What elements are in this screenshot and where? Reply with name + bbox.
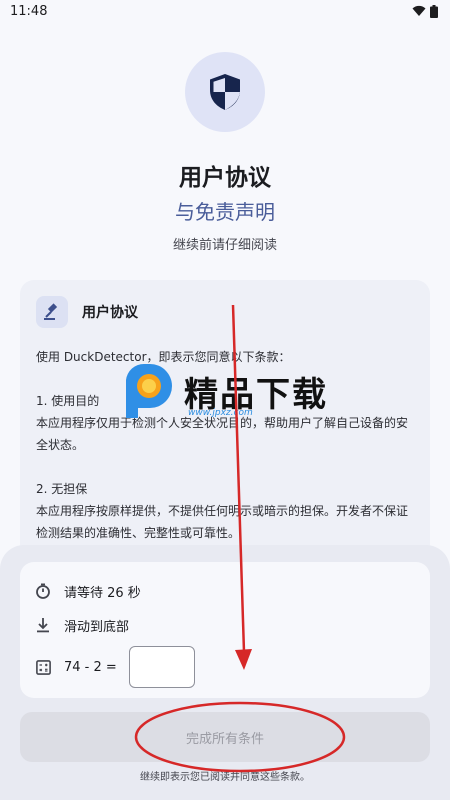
page-subtitle: 与免责声明	[175, 200, 275, 224]
gavel-icon	[44, 303, 58, 320]
section-text: 本应用程序仅用于检测个人安全状况目的，帮助用户了解自己设备的安全状态。	[36, 416, 409, 452]
captcha-answer-input[interactable]	[128, 646, 195, 688]
section-heading: 2. 无担保	[36, 482, 88, 496]
condition-wait: 请等待 26 秒	[34, 574, 416, 608]
hero-shield-badge	[185, 52, 265, 132]
calculator-icon	[35, 659, 51, 675]
scroll-to-bottom-icon	[37, 618, 49, 633]
page-title: 用户协议	[179, 165, 271, 191]
status-icons	[412, 4, 438, 18]
complete-all-conditions-button[interactable]: 完成所有条件	[20, 712, 430, 762]
agreement-card-title: 用户协议	[82, 305, 138, 321]
section-text: 本应用程序按原样提供，不提供任何明示或暗示的担保。开发者不保证检测结果的准确性、…	[36, 504, 409, 540]
section-heading: 1. 使用目的	[36, 394, 100, 408]
condition-wait-label: 请等待 26 秒	[64, 585, 141, 601]
footer-note: 继续即表示您已阅读并同意这些条款。	[140, 772, 310, 783]
agreement-card[interactable]: 用户协议 使用 DuckDetector，即表示您同意以下条款： 1. 使用目的…	[20, 280, 430, 580]
status-time: 11:48	[10, 3, 48, 19]
agreement-intro: 使用 DuckDetector，即表示您同意以下条款：	[36, 350, 291, 364]
page-caption: 继续前请仔细阅读	[172, 238, 277, 253]
condition-captcha: 74 - 2 =	[34, 646, 416, 688]
battery-icon	[430, 4, 438, 18]
status-bar: 11:48	[0, 0, 450, 22]
conditions-card: 请等待 26 秒 滑动到底部 74 - 2 =	[20, 562, 430, 698]
card-header-icon-box	[36, 296, 68, 328]
shield-icon	[210, 74, 240, 110]
timer-icon	[36, 583, 50, 599]
condition-scroll: 滑动到底部	[34, 608, 416, 642]
captcha-question: 74 - 2 =	[64, 659, 117, 675]
wifi-icon	[412, 5, 426, 16]
agreement-card-header: 用户协议	[36, 296, 414, 328]
condition-scroll-label: 滑动到底部	[64, 619, 130, 635]
agreement-text: 使用 DuckDetector，即表示您同意以下条款： 1. 使用目的 本应用程…	[36, 346, 414, 544]
